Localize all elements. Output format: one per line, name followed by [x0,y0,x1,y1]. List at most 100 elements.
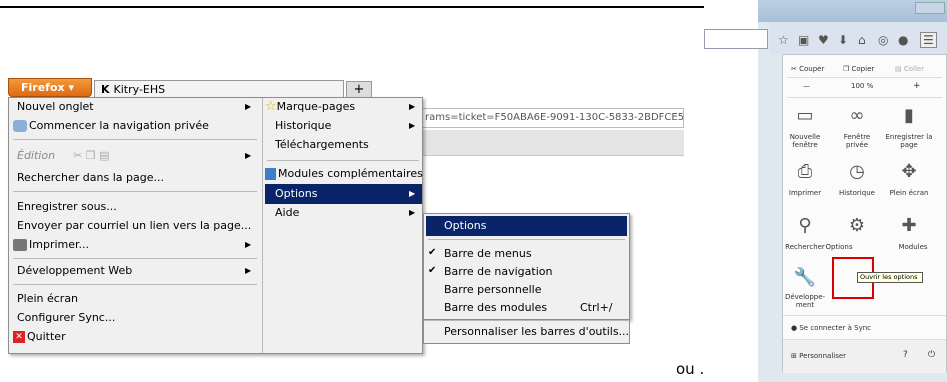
printer-icon [13,239,27,251]
firefox-menu-button[interactable]: Firefox ▾ [8,78,92,97]
checkmark-icon: ✔ [428,247,437,258]
menu-options[interactable]: Options [265,184,422,204]
home-icon[interactable]: ⌂ [858,33,866,47]
firefox-app-menu: Nouvel onglet ▶ Commencer la navigation … [8,97,423,354]
puzzle-icon [265,168,276,180]
menu-email-link[interactable]: Envoyer par courriel un lien vers la pag… [17,216,251,236]
print-icon: ⎙ [797,161,813,182]
checkmark-icon: ✔ [428,265,437,276]
menu-quit[interactable]: ✕ Quitter [13,327,66,347]
submenu-arrow-icon: ▶ [409,121,416,130]
options-button[interactable]: Options [814,243,864,251]
print-button[interactable]: Imprimer [780,189,830,197]
top-divider [0,6,704,8]
zoom-out-button[interactable]: — [803,82,810,90]
customize-button[interactable]: ⊞ Personnaliser [791,352,846,360]
menu-find-in-page[interactable]: Rechercher dans la page... [17,168,164,188]
save-page-icon: ▮ [904,105,914,126]
menu-separator [13,139,257,140]
star-icon: ☆ [265,99,277,114]
private-window-icon: ∞ [849,105,865,126]
menu-column-divider [262,98,263,353]
search-icon: ⚲ [798,215,812,236]
submenu-options[interactable]: Options [426,216,627,236]
panel-separator [787,77,942,78]
submenu-arrow-icon: ▶ [245,240,252,249]
submenu-arrow-icon: ▶ [245,102,252,111]
quit-icon: ✕ [13,331,25,343]
menu-print[interactable]: Imprimer... [13,235,89,255]
bookmarks-icon[interactable]: ▣ [798,33,809,47]
shortcut-label: Ctrl+/ [580,301,613,314]
url-bar[interactable]: rams=ticket=F50ABA6E-9091-130C-5833-2BDF… [420,108,684,128]
edit-tools-icon: ✂ ❐ ▤ [73,149,110,162]
addons-button[interactable]: Modules [888,243,938,251]
addon-icon[interactable]: ◎ [878,33,888,47]
copy-button[interactable]: ❐ Copier [843,65,874,73]
private-window-button[interactable]: Fenêtre privée [832,133,882,149]
new-window-icon: ▭ [796,105,814,126]
submenu-arrow-icon: ▶ [245,266,252,275]
panel-separator [787,97,942,98]
wrench-icon: 🔧 [793,267,817,288]
fullscreen-button[interactable]: Plein écran [884,189,934,197]
zoom-level[interactable]: 100 % [851,82,873,90]
hamburger-menu-icon[interactable]: ☰ [920,32,937,48]
submenu-addon-bar[interactable]: Barre des modules [444,298,547,318]
options-submenu: Options Barre de menus ✔ Barre de naviga… [423,213,630,320]
submenu-arrow-icon: ▶ [409,189,416,198]
menu-bookmarks[interactable]: ☆Marque-pages [265,97,355,117]
chat-icon[interactable]: ● [898,33,908,47]
submenu-arrow-icon: ▶ [245,151,252,160]
sync-button[interactable]: ● Se connecter à Sync [791,324,871,332]
fullscreen-icon: ✥ [901,161,917,182]
star-icon[interactable]: ☆ [778,33,789,47]
menu-configure-sync[interactable]: Configurer Sync... [17,308,115,328]
window-control-button[interactable] [915,2,945,14]
submenu-menu-bar[interactable]: Barre de menus [444,244,532,264]
menu-fullscreen[interactable]: Plein écran [17,289,78,309]
address-field[interactable] [704,29,768,49]
tooltip: Ouvrir les options [857,272,923,283]
history-button[interactable]: Historique [832,189,882,197]
submenu-navigation-bar[interactable]: Barre de navigation [444,262,552,282]
menu-downloads[interactable]: Téléchargements [275,135,369,155]
quit-icon[interactable]: ⏻ [928,350,935,360]
menu-history[interactable]: Historique [275,116,331,136]
history-icon: ◷ [849,161,865,182]
gear-icon: ⚙ [848,215,866,236]
menu-private-browsing[interactable]: Commencer la navigation privée [13,116,209,136]
menu-new-tab[interactable]: Nouvel onglet [17,97,94,117]
save-page-button[interactable]: Enregistrer la page [884,133,934,149]
paste-button[interactable]: ▤ Coller [895,65,924,73]
submenu-arrow-icon: ▶ [409,208,416,217]
panel-footer: ⊞ Personnaliser ? ⏻ [783,339,946,373]
tab-favicon: K [101,83,110,96]
submenu-arrow-icon: ▶ [409,102,416,111]
menu-web-developer[interactable]: Développement Web [17,261,132,281]
menu-save-as[interactable]: Enregistrer sous... [17,197,117,217]
submenu-customize-toolbars[interactable]: Personnaliser les barres d'outils... [444,322,629,342]
menu-help[interactable]: Aide [275,203,299,223]
browser-tab[interactable]: K Kitry-EHS [94,80,344,98]
new-tab-button[interactable]: + [346,81,372,98]
help-icon[interactable]: ? [903,350,908,360]
developer-button[interactable]: Développe-ment [780,293,830,309]
menu-addons[interactable]: Modules complémentaires [265,164,423,184]
toolbar-area [420,130,684,156]
submenu-bookmarks-bar[interactable]: Barre personnelle [444,280,542,300]
download-icon[interactable]: ⬇ [838,33,848,47]
options-submenu-footer: Personnaliser les barres d'outils... [423,320,630,344]
cut-button[interactable]: ✂ Couper [791,65,824,73]
puzzle-icon: ✚ [901,215,917,236]
private-mask-icon [13,120,27,132]
zoom-in-button[interactable]: + [913,81,921,91]
menu-separator [428,239,625,240]
menu-separator [13,284,257,285]
new-window-button[interactable]: Nouvelle fenêtre [780,133,830,149]
menu-edit[interactable]: Édition ✂ ❐ ▤ [17,146,110,166]
pocket-icon[interactable]: ♥ [818,33,829,47]
menu-panel: ✂ Couper ❐ Copier ▤ Coller — 100 % + ▭ ∞… [780,54,947,373]
caption-ou: ou . [676,360,705,378]
menu-separator [267,160,419,161]
